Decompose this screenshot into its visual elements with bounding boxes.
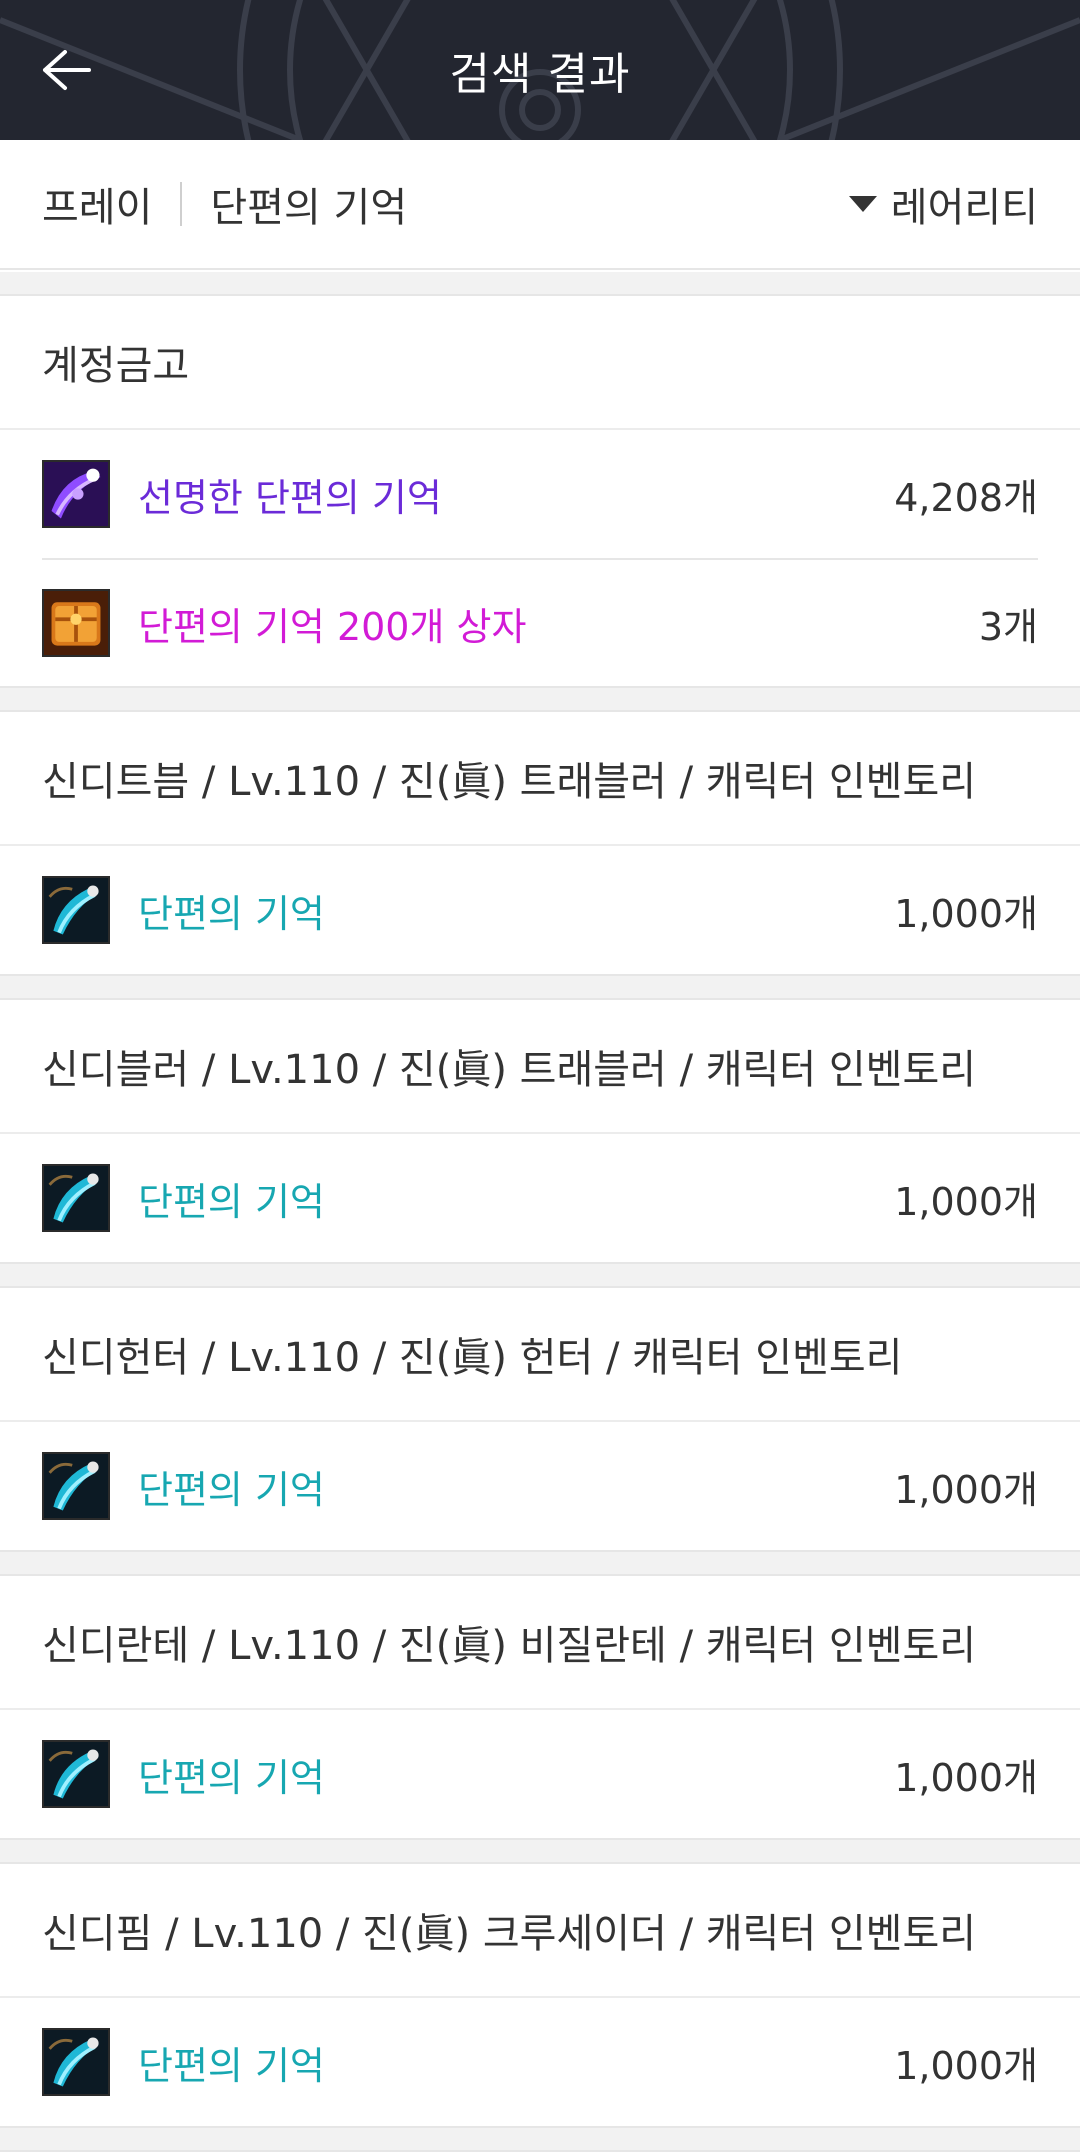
filter-bar: 프레이 단편의 기억 레어리티 bbox=[0, 140, 1080, 270]
fragment-memory-icon bbox=[42, 1740, 110, 1808]
page-title: 검색 결과 bbox=[449, 49, 631, 100]
result-section-character: 신디란테 / Lv.110 / 진(眞) 비질란테 / 캐릭터 인벤토리 단편의… bbox=[0, 1576, 1080, 1840]
item-name: 선명한 단편의 기억 bbox=[138, 475, 442, 520]
item-name: 단편의 기억 200개 상자 bbox=[138, 604, 527, 649]
section-gap bbox=[0, 1840, 1080, 1864]
section-title: 신디란테 / Lv.110 / 진(眞) 비질란테 / 캐릭터 인벤토리 bbox=[0, 1576, 1080, 1710]
item-quantity: 1,000개 bbox=[894, 2043, 1038, 2088]
treasure-box-icon bbox=[42, 589, 110, 657]
fragment-memory-icon bbox=[42, 1164, 110, 1232]
fragment-memory-icon bbox=[42, 2028, 110, 2096]
item-quantity: 1,000개 bbox=[894, 1755, 1038, 1800]
item-quantity: 4,208개 bbox=[894, 475, 1038, 520]
section-gap bbox=[0, 2128, 1080, 2152]
section-title: 신디트븜 / Lv.110 / 진(眞) 트래블러 / 캐릭터 인벤토리 bbox=[0, 712, 1080, 846]
item-quantity: 1,000개 bbox=[894, 891, 1038, 936]
sort-dropdown[interactable]: 레어리티 bbox=[848, 175, 1038, 233]
list-item[interactable]: 단편의 기억 1,000개 bbox=[42, 1422, 1038, 1550]
vivid-fragment-memory-icon bbox=[42, 460, 110, 528]
item-name: 단편의 기억 bbox=[138, 1755, 325, 1800]
fragment-memory-icon bbox=[42, 876, 110, 944]
fragment-memory-icon bbox=[42, 1452, 110, 1520]
sort-label: 레어리티 bbox=[890, 185, 1038, 231]
item-quantity: 3개 bbox=[978, 604, 1038, 649]
item-name: 단편의 기억 bbox=[138, 2043, 325, 2088]
section-title: 신디블러 / Lv.110 / 진(眞) 트래블러 / 캐릭터 인벤토리 bbox=[0, 1000, 1080, 1134]
list-item[interactable]: 선명한 단편의 기억 4,208개 bbox=[42, 430, 1038, 558]
section-gap bbox=[0, 1552, 1080, 1576]
filter-divider bbox=[180, 182, 183, 226]
item-quantity: 1,000개 bbox=[894, 1179, 1038, 1224]
item-name: 단편의 기억 bbox=[138, 891, 325, 936]
result-section-account-vault: 계정금고 선명한 단편의 기억 4,208개 단편의 기억 200개 상자 3개 bbox=[0, 296, 1080, 688]
result-section-character: 신디핌 / Lv.110 / 진(眞) 크루세이더 / 캐릭터 인벤토리 단편의… bbox=[0, 1864, 1080, 2128]
result-section-character: 신디블러 / Lv.110 / 진(眞) 트래블러 / 캐릭터 인벤토리 단편의… bbox=[0, 1000, 1080, 1264]
section-gap bbox=[0, 688, 1080, 712]
section-title: 신디핌 / Lv.110 / 진(眞) 크루세이더 / 캐릭터 인벤토리 bbox=[0, 1864, 1080, 1998]
item-name: 단편의 기억 bbox=[138, 1179, 325, 1224]
caret-down-icon bbox=[848, 196, 877, 212]
top-app-bar: 검색 결과 bbox=[0, 0, 1080, 140]
result-section-character: 신디헌터 / Lv.110 / 진(眞) 헌터 / 캐릭터 인벤토리 단편의 기… bbox=[0, 1288, 1080, 1552]
search-keyword: 단편의 기억 bbox=[210, 185, 408, 231]
server-filter[interactable]: 프레이 bbox=[42, 175, 152, 233]
section-title: 신디헌터 / Lv.110 / 진(眞) 헌터 / 캐릭터 인벤토리 bbox=[0, 1288, 1080, 1422]
search-results-list: 계정금고 선명한 단편의 기억 4,208개 단편의 기억 200개 상자 3개 bbox=[0, 272, 1080, 2152]
result-section-character: 신디트븜 / Lv.110 / 진(眞) 트래블러 / 캐릭터 인벤토리 단편의… bbox=[0, 712, 1080, 976]
section-gap bbox=[0, 1264, 1080, 1288]
list-item[interactable]: 단편의 기억 1,000개 bbox=[42, 1710, 1038, 1838]
list-item[interactable]: 단편의 기억 1,000개 bbox=[42, 1134, 1038, 1262]
list-item[interactable]: 단편의 기억 200개 상자 3개 bbox=[42, 558, 1038, 686]
section-gap bbox=[0, 976, 1080, 1000]
section-gap bbox=[0, 272, 1080, 296]
list-item[interactable]: 단편의 기억 1,000개 bbox=[42, 1998, 1038, 2126]
item-quantity: 1,000개 bbox=[894, 1467, 1038, 1512]
item-name: 단편의 기억 bbox=[138, 1467, 325, 1512]
list-item[interactable]: 단편의 기억 1,000개 bbox=[42, 846, 1038, 974]
section-title: 계정금고 bbox=[0, 296, 1080, 430]
